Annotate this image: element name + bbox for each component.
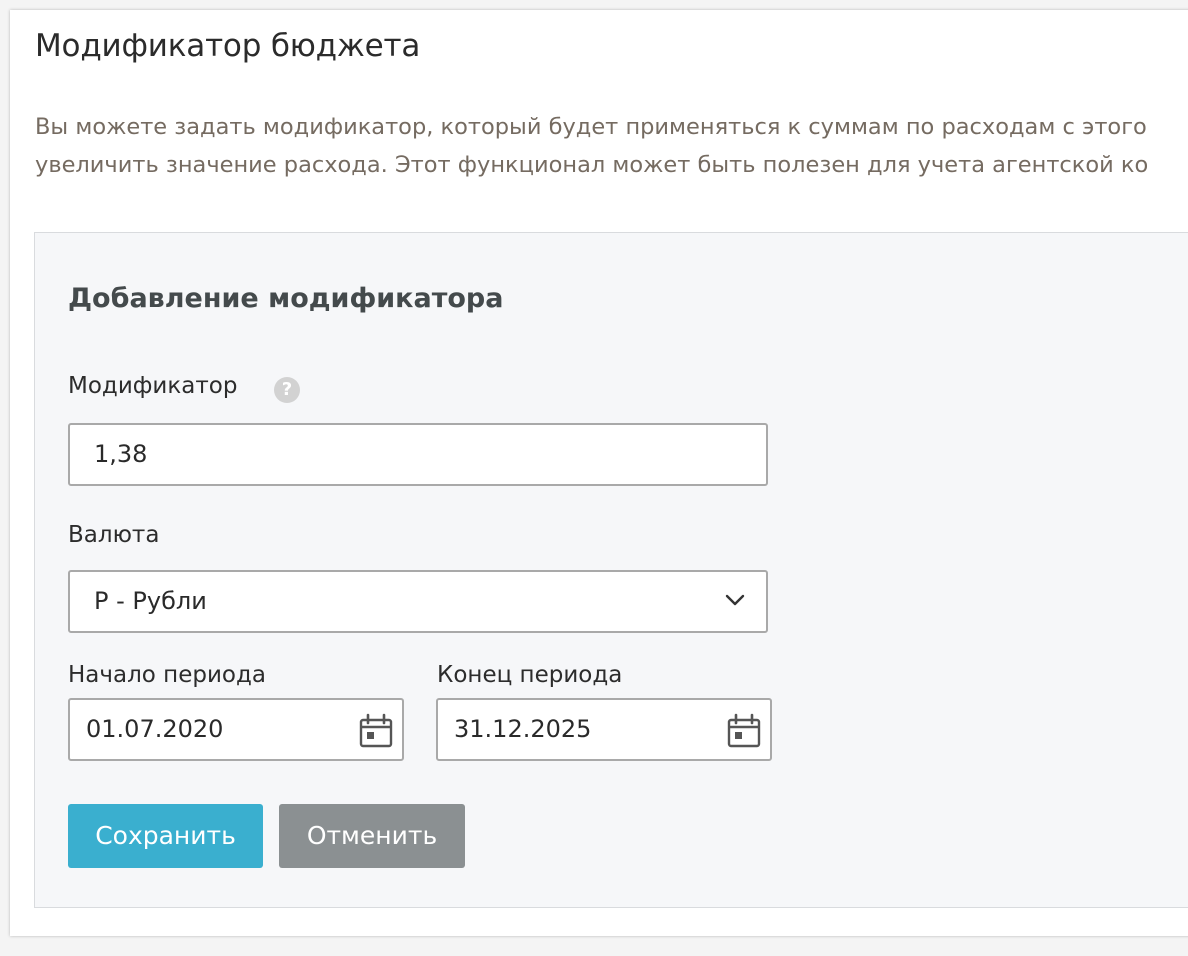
page-description: Вы можете задать модификатор, который бу… <box>35 108 1188 184</box>
period-end-input[interactable]: 31.12.2025 <box>436 698 772 761</box>
currency-label: Валюта <box>68 522 160 548</box>
period-start-label: Начало периода <box>68 662 266 688</box>
period-end-value: 31.12.2025 <box>454 715 592 743</box>
form-title: Добавление модификатора <box>68 283 504 314</box>
modifier-label: Модификатор <box>68 373 238 399</box>
calendar-icon[interactable] <box>726 713 762 749</box>
description-line-1: Вы можете задать модификатор, который бу… <box>35 114 1147 140</box>
chevron-down-icon <box>725 594 745 606</box>
page-title: Модификатор бюджета <box>35 28 421 64</box>
question-circle-icon[interactable]: ? <box>274 377 300 403</box>
period-start-value: 01.07.2020 <box>86 715 224 743</box>
save-button[interactable]: Сохранить <box>68 804 263 868</box>
cancel-button[interactable]: Отменить <box>279 804 465 868</box>
calendar-icon[interactable] <box>358 713 394 749</box>
period-end-label: Конец периода <box>437 662 623 688</box>
add-modifier-form: Добавление модификатора Модификатор ? 1,… <box>34 232 1188 908</box>
modifier-input[interactable]: 1,38 <box>68 423 768 486</box>
currency-select[interactable]: Р - Рубли <box>68 570 768 633</box>
page-viewport: Модификатор бюджета Вы можете задать мод… <box>10 10 1188 956</box>
currency-selected-value: Р - Рубли <box>94 587 207 615</box>
description-line-2: увеличить значение расхода. Этот функцио… <box>35 152 1149 178</box>
period-start-input[interactable]: 01.07.2020 <box>68 698 404 761</box>
page-card: Модификатор бюджета Вы можете задать мод… <box>10 10 1188 936</box>
